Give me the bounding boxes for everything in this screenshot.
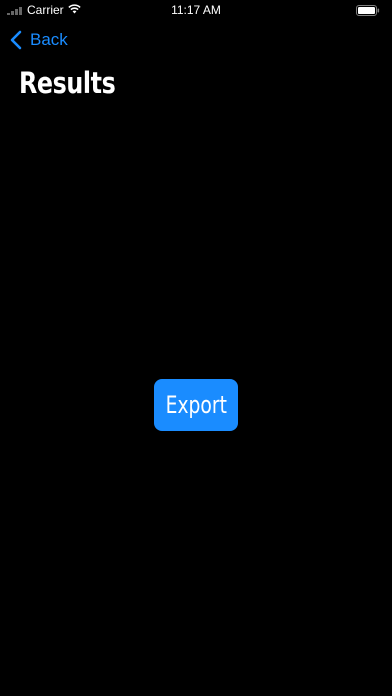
back-button[interactable]: Back: [10, 28, 68, 52]
export-label: Export: [165, 391, 227, 419]
status-time: 11:17 AM: [171, 3, 221, 17]
page-title: Results: [19, 66, 116, 100]
chevron-left-icon: [10, 30, 22, 50]
battery-icon: [356, 5, 380, 16]
back-label: Back: [30, 30, 68, 49]
export-button[interactable]: Export: [154, 379, 238, 431]
status-bar: Carrier 11:17 AM: [0, 0, 392, 20]
